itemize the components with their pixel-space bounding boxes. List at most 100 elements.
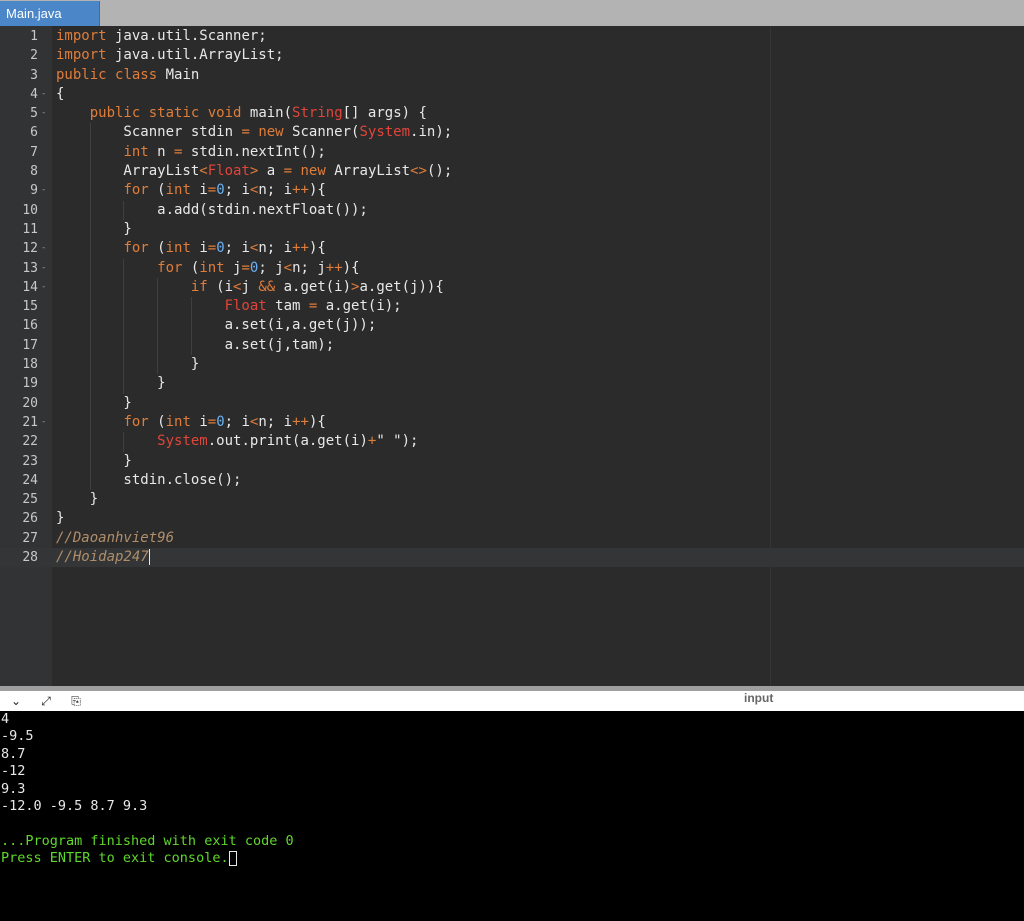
console-line: 4 (1, 711, 10, 727)
line-number: 8 (30, 164, 38, 180)
line-number: 20 (22, 395, 38, 411)
code-line[interactable]: 1 import java.util.Scanner; (0, 27, 1024, 46)
code-line[interactable]: 25 } (0, 490, 1024, 509)
fold-toggle-icon[interactable]: - (41, 413, 46, 432)
code-line[interactable]: 17 a.set(j,tam); (0, 335, 1024, 356)
code-text[interactable]: } (56, 452, 131, 471)
text-cursor (148, 549, 150, 566)
code-line[interactable]: 12- for (int i=0; i<n; i++){ (0, 239, 1024, 259)
code-line[interactable]: 2 import java.util.ArrayList; (0, 46, 1024, 65)
console-output[interactable]: 4 -9.5 8.7 -12 9.3 -12.0 -9.5 8.7 9.3 ...Progr… (0, 711, 1024, 921)
code-text[interactable]: a.add(stdin.nextFloat()); (56, 201, 368, 220)
code-line[interactable]: 8 ArrayList<Float> a = new ArrayList<>()… (0, 162, 1024, 182)
code-text[interactable]: for (int i=0; i<n; i++){ (56, 239, 325, 258)
code-text[interactable]: int n = stdin.nextInt(); (56, 143, 325, 162)
line-number: 7 (30, 144, 38, 160)
code-line[interactable]: 3 public class Main (0, 66, 1024, 85)
code-text[interactable]: for (int j=0; j<n; j++){ (56, 259, 359, 278)
code-text[interactable]: a.set(j,tam); (56, 336, 335, 355)
line-number: 26 (22, 511, 38, 527)
code-line[interactable]: 19 } (0, 374, 1024, 394)
code-text[interactable]: public class Main (56, 66, 199, 85)
console-line: -9.5 (1, 728, 34, 745)
fold-toggle-icon[interactable]: - (41, 259, 46, 278)
code-editor[interactable]: 1 import java.util.Scanner; 2 import java.u… (0, 26, 1024, 686)
console-line: 9.3 (1, 780, 26, 797)
code-text[interactable]: ArrayList<Float> a = new ArrayList<>(); (56, 162, 452, 181)
code-line[interactable]: 15 Float tam = a.get(i); (0, 297, 1024, 317)
code-text[interactable]: { (56, 85, 64, 104)
code-text[interactable]: stdin.close(); (56, 471, 241, 490)
code-text[interactable]: } (56, 509, 64, 528)
tab-main-java[interactable]: Main.java (0, 1, 100, 26)
code-text[interactable]: import java.util.ArrayList; (56, 46, 284, 65)
code-line[interactable]: 10 a.add(stdin.nextFloat()); (0, 200, 1024, 220)
line-number: 15 (22, 299, 38, 315)
code-line[interactable]: 11 } (0, 219, 1024, 240)
line-number: 12 (22, 241, 38, 257)
line-number: 3 (30, 67, 38, 83)
code-text[interactable]: a.set(i,a.get(j)); (56, 316, 377, 335)
code-line[interactable]: 4-{ (0, 85, 1024, 104)
line-number: 1 (30, 29, 38, 44)
code-text[interactable]: public static void main(String[] args) { (56, 104, 427, 123)
code-line[interactable]: 20 } (0, 393, 1024, 413)
console-line: Press ENTER to exit console. (0, 850, 1024, 867)
input-label: input (744, 691, 774, 705)
code-text[interactable]: } (56, 374, 165, 393)
line-number: 17 (22, 337, 38, 353)
code-text[interactable]: } (56, 394, 131, 413)
code-text[interactable]: for (int i=0; i<n; i++){ (56, 413, 325, 432)
console-line: -12 (1, 763, 26, 780)
tab-bar: Main.java (0, 0, 1024, 26)
line-number: 9 (30, 183, 38, 199)
expand-icon[interactable]: ⤢ (38, 693, 54, 709)
line-number: 27 (22, 530, 38, 546)
code-line[interactable]: 23 } (0, 451, 1024, 471)
code-text[interactable]: } (56, 355, 199, 374)
code-line[interactable]: 13- for (int j=0; j<n; j++){ (0, 258, 1024, 278)
code-text[interactable]: System.out.print(a.get(i)+" "); (56, 432, 418, 451)
code-line[interactable]: 18 } (0, 355, 1024, 375)
code-line[interactable]: 16 a.set(i,a.get(j)); (0, 316, 1024, 336)
code-text[interactable]: import java.util.Scanner; (56, 27, 267, 46)
line-number: 6 (30, 125, 38, 141)
console-line: -12.0 -9.5 8.7 9.3 (1, 797, 148, 814)
line-number: 16 (22, 318, 38, 334)
code-line[interactable]: 14- if (i<j && a.get(i)>a.get(j)){ (0, 277, 1024, 298)
code-text[interactable]: //Daoanhviet96 (56, 529, 174, 548)
line-number: 19 (22, 376, 38, 392)
fold-toggle-icon[interactable]: - (41, 104, 46, 123)
code-text[interactable]: } (56, 220, 131, 239)
code-line[interactable]: 28 //Hoidap247 (0, 548, 1024, 568)
fold-toggle-icon[interactable]: - (41, 85, 46, 104)
code-line[interactable]: 7 int n = stdin.nextInt(); (0, 142, 1024, 163)
code-lines[interactable]: 1 import java.util.Scanner; 2 import java.u… (0, 27, 1024, 568)
code-line[interactable]: 24 stdin.close(); (0, 470, 1024, 491)
code-line[interactable]: 21- for (int i=0; i<n; i++){ (0, 412, 1024, 433)
chevron-down-icon[interactable]: ⌄ (8, 693, 24, 709)
code-text[interactable]: if (i<j && a.get(i)>a.get(j)){ (56, 278, 444, 297)
code-line[interactable]: 5- public static void main(String[] args… (0, 104, 1024, 123)
fold-toggle-icon[interactable]: - (41, 239, 46, 258)
line-number: 23 (22, 453, 38, 469)
line-number: 18 (22, 357, 38, 373)
code-line[interactable]: 6 Scanner stdin = new Scanner(System.in)… (0, 123, 1024, 143)
line-number: 4 (30, 86, 38, 102)
code-text[interactable]: //Hoidap247 (56, 548, 150, 567)
code-text[interactable]: for (int i=0; i<n; i++){ (56, 181, 325, 200)
code-text[interactable]: } (56, 490, 98, 509)
code-line[interactable]: 9- for (int i=0; i<n; i++){ (0, 181, 1024, 201)
line-number: 2 (30, 48, 38, 64)
fold-toggle-icon[interactable]: - (41, 181, 46, 200)
copy-icon[interactable]: ⎘ (68, 693, 84, 709)
code-line[interactable]: 27 //Daoanhviet96 (0, 529, 1024, 548)
code-line[interactable]: 26} (0, 509, 1024, 528)
code-line[interactable]: 22 System.out.print(a.get(i)+" "); (0, 432, 1024, 452)
line-number: 21 (22, 414, 38, 430)
line-number: 28 (22, 550, 38, 566)
code-text[interactable]: Scanner stdin = new Scanner(System.in); (56, 123, 452, 142)
fold-toggle-icon[interactable]: - (41, 278, 46, 297)
code-text[interactable]: Float tam = a.get(i); (56, 297, 402, 316)
